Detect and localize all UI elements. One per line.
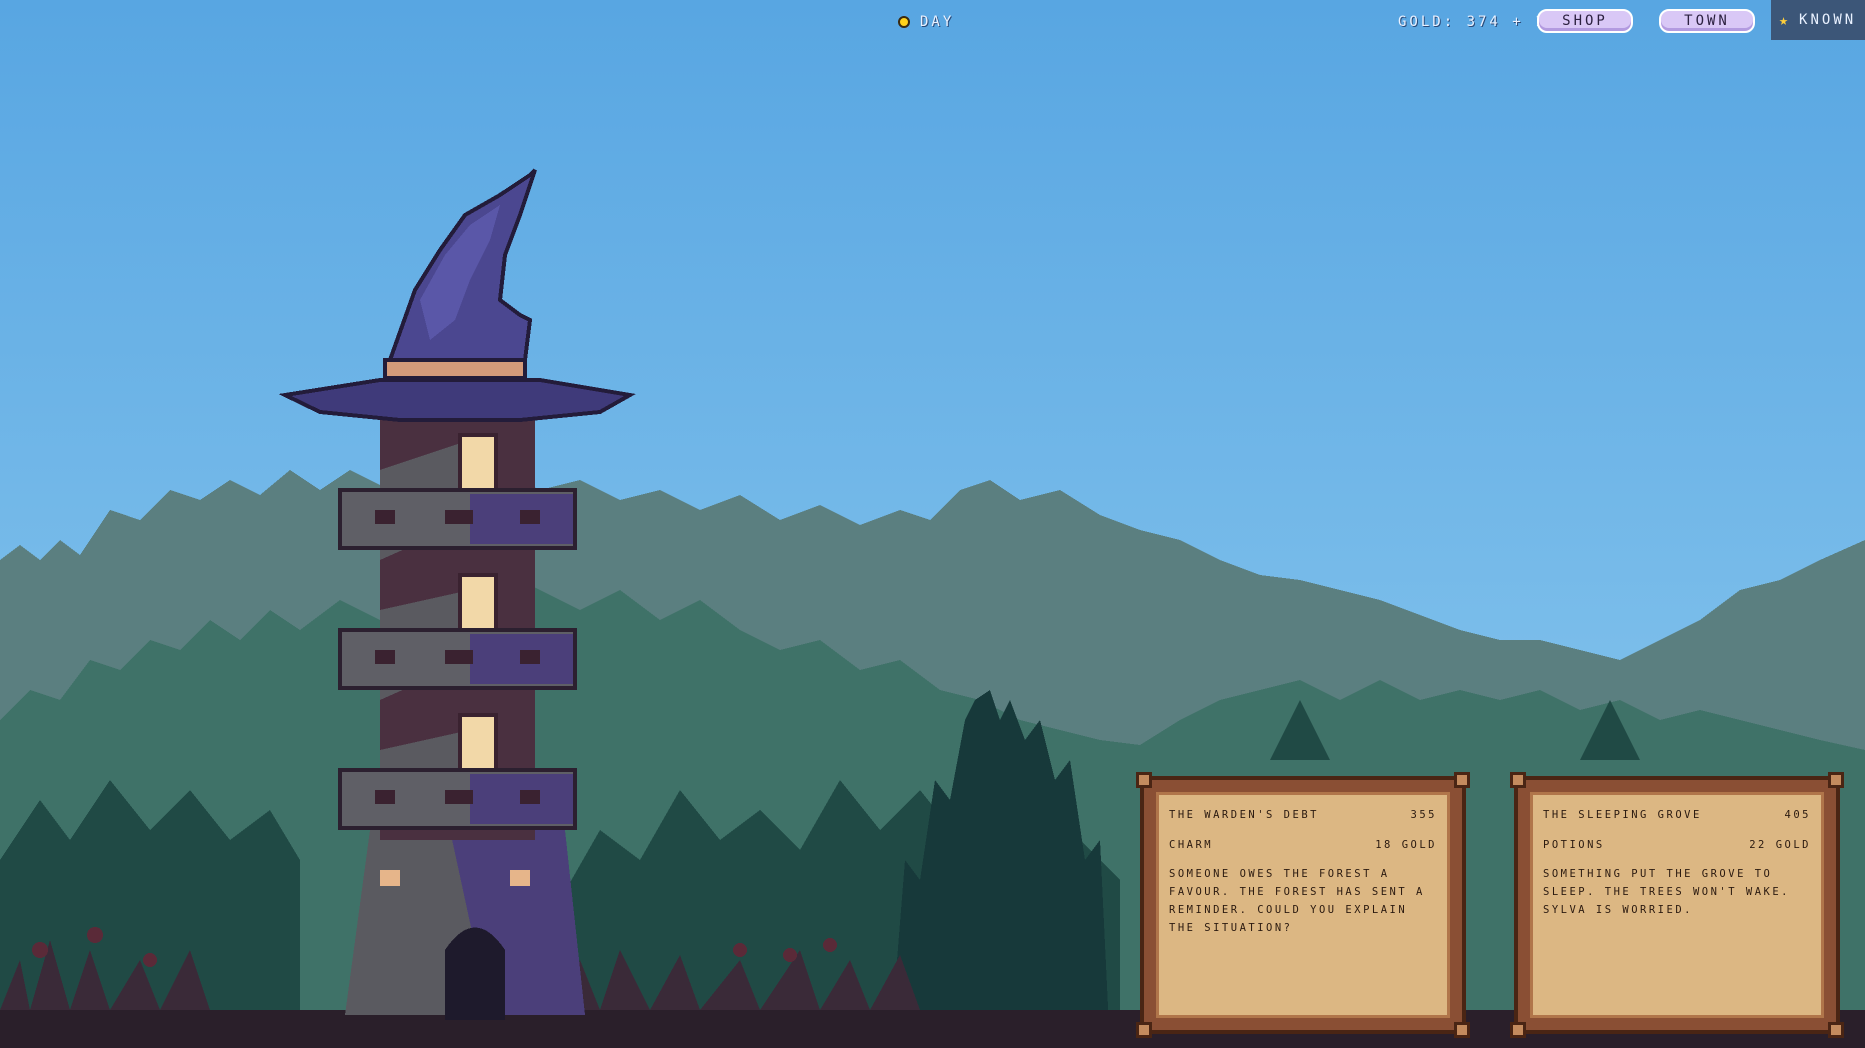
quest-description: SOMEONE OWES THE FOREST A FAVOUR. THE FO… [1169,868,1425,934]
card-bolt [1510,1022,1526,1038]
hat-brim [278,378,636,422]
quest-card[interactable]: THE WARDEN'S DEBT 355 CHARM 18 GOLD SOME… [1136,772,1470,1038]
quest-title: THE WARDEN'S DEBT [1169,809,1319,821]
quest-card[interactable]: THE SLEEPING GROVE 405 POTIONS 22 GOLD S… [1510,772,1844,1038]
card-bolt [1510,772,1526,788]
time-of-day-label: DAY [920,14,955,30]
tower-window [458,713,498,775]
known-button[interactable]: ★ KNOWN [1771,0,1865,40]
card-bolt [1454,772,1470,788]
quest-reward: 22 GOLD [1749,839,1811,851]
quest-category: POTIONS [1543,839,1605,851]
tower-door [445,927,505,1020]
star-icon: ★ [1779,11,1792,29]
card-bolt [1136,772,1152,788]
sun-icon [898,16,910,28]
card-bolt [1454,1022,1470,1038]
quest-code: 405 [1784,809,1811,821]
time-of-day-indicator: DAY [898,14,954,30]
quest-card-paper: THE SLEEPING GROVE 405 POTIONS 22 GOLD S… [1530,792,1824,1018]
card-bolt [1136,1022,1152,1038]
shop-button[interactable]: SHOP [1537,9,1633,33]
quest-card-paper: THE WARDEN'S DEBT 355 CHARM 18 GOLD SOME… [1156,792,1450,1018]
tower-window [458,433,498,495]
quest-title: THE SLEEPING GROVE [1543,809,1702,821]
quest-code: 355 [1410,809,1437,821]
quest-reward: 18 GOLD [1375,839,1437,851]
town-button[interactable]: TOWN [1659,9,1755,33]
tower-window [458,573,498,635]
gold-counter: GOLD: 374 + 1 [1398,14,1547,30]
card-bolt [1828,1022,1844,1038]
card-bolt [1828,772,1844,788]
hat-band [383,358,527,380]
known-label: KNOWN [1799,12,1857,28]
quest-category: CHARM [1169,839,1214,851]
quest-description: SOMETHING PUT THE GROVE TO SLEEP. THE TR… [1543,868,1791,916]
